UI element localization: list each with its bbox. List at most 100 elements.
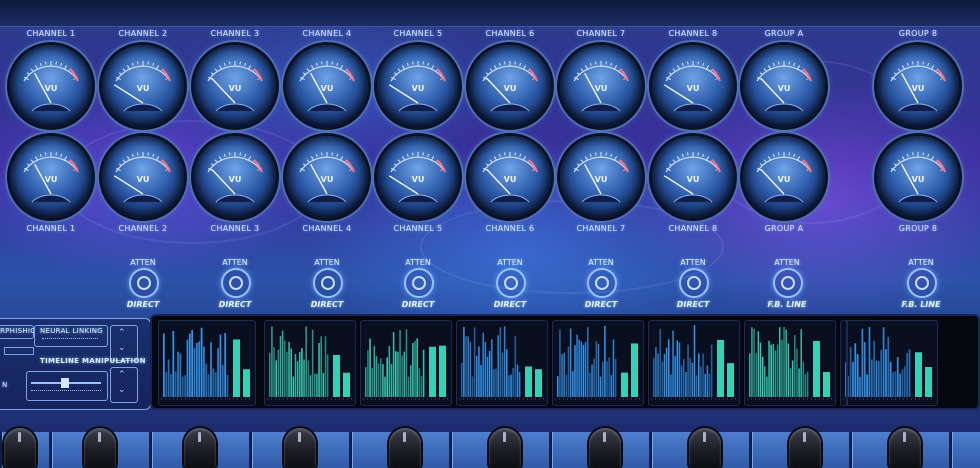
timeline-slider[interactable] xyxy=(26,371,108,401)
switch-mode-label: DIRECT xyxy=(218,300,252,309)
spectrum-bar xyxy=(467,336,469,397)
meter-tick xyxy=(793,62,796,66)
rotary-knob[interactable] xyxy=(789,428,821,468)
switch-mode-label: DIRECT xyxy=(126,300,160,309)
meter-tick xyxy=(772,153,775,157)
vu-meter-face: VU xyxy=(388,152,446,203)
rotary-knob[interactable] xyxy=(389,428,421,468)
up-down-arrows-lower[interactable]: ⌃ ⌄ xyxy=(110,367,138,403)
meter-hub xyxy=(898,194,938,203)
spectrum-bar xyxy=(873,340,876,397)
spectrum-bar xyxy=(602,361,604,397)
rotary-knob[interactable] xyxy=(489,428,521,468)
spectrum-bar xyxy=(463,326,465,397)
meter-tick xyxy=(702,153,705,157)
vu-meter: VU xyxy=(469,45,551,127)
spectrum-bar xyxy=(373,346,376,397)
atten-switch[interactable]: ATTEN DIRECT xyxy=(210,252,260,309)
rotary-knob[interactable] xyxy=(689,428,721,468)
spectrum-bar xyxy=(301,348,303,397)
meter-tick xyxy=(315,62,318,66)
rotary-knob[interactable] xyxy=(184,428,216,468)
spectrum-bar xyxy=(221,364,224,397)
vu-meter-face: VU xyxy=(663,152,721,203)
meter-tick xyxy=(668,72,672,75)
spectrum-bar xyxy=(781,339,783,397)
atten-knob-icon xyxy=(587,268,617,298)
level-bar xyxy=(925,367,932,397)
vu-label: VU xyxy=(229,84,242,93)
vu-meter: VU xyxy=(194,136,276,218)
vu-label: VU xyxy=(595,84,608,93)
spectrum-panel xyxy=(360,320,452,406)
spectrum-bar xyxy=(177,351,179,397)
atten-switch[interactable]: ATTEN DIRECT xyxy=(485,252,535,309)
rotary-knob[interactable] xyxy=(589,428,621,468)
spectrum-bar xyxy=(791,360,794,397)
rotary-knob[interactable] xyxy=(889,428,921,468)
atten-switch[interactable]: ATTEN DIRECT xyxy=(668,252,718,309)
spectrum-bar xyxy=(386,357,388,397)
spectrum-bar xyxy=(377,363,380,397)
spectrum-bar xyxy=(802,361,805,397)
vu-meter-face: VU xyxy=(890,152,946,203)
spectrum-bar xyxy=(499,327,502,397)
vu-meter: VU xyxy=(377,45,459,127)
spectrum-bar xyxy=(572,371,574,397)
rotary-knob[interactable] xyxy=(4,428,36,468)
meter-tick xyxy=(605,152,607,156)
meter-tick xyxy=(152,62,155,66)
rotary-knob[interactable] xyxy=(284,428,316,468)
spectrum-bar xyxy=(595,341,598,397)
meter-scale-arc xyxy=(890,65,946,82)
spectrum-bar xyxy=(768,340,770,397)
channel-label-top: GROUP A xyxy=(764,29,804,38)
spectrum-bar xyxy=(503,326,506,397)
spectrum-bar xyxy=(365,367,367,397)
meter-tick xyxy=(427,153,430,157)
spectrum-bar xyxy=(271,326,273,397)
atten-switch[interactable]: ATTEN F.B. LINE xyxy=(762,252,812,309)
atten-switch[interactable]: ATTEN DIRECT xyxy=(393,252,443,309)
meter-hub xyxy=(215,103,255,112)
timeline-handle[interactable] xyxy=(61,378,69,388)
meter-tick xyxy=(45,152,47,156)
mixer-console: CHANNEL 1 CHANNEL 2 CHANNEL 3 CHANNEL 4 CHAN… xyxy=(0,0,980,468)
spectrum-bar xyxy=(708,373,711,397)
spectrum-panel xyxy=(264,320,356,406)
spectrum-bar xyxy=(680,365,683,397)
channel-label-bottom: CHANNEL 8 xyxy=(668,224,718,233)
vu-label: VU xyxy=(412,175,425,184)
meter-tick xyxy=(687,61,689,65)
meter-tick xyxy=(122,68,126,72)
vu-meter-face: VU xyxy=(482,152,538,203)
spectrum-bar xyxy=(465,336,467,397)
spectrum-bar xyxy=(399,330,401,397)
atten-switch[interactable]: ATTEN F.B. LINE xyxy=(896,252,946,309)
spectrum-bar xyxy=(305,326,307,397)
vu-label: VU xyxy=(412,84,425,93)
meter-tick xyxy=(223,153,226,157)
atten-switch[interactable]: ATTEN DIRECT xyxy=(302,252,352,309)
meter-tick xyxy=(412,61,414,65)
spectrum-bar xyxy=(212,368,215,397)
spectrum-bar xyxy=(203,346,205,397)
spectrum-bar xyxy=(674,355,676,397)
meter-tick xyxy=(30,159,34,163)
fader-key[interactable] xyxy=(952,432,980,468)
up-down-arrows-upper[interactable]: ⌃ ⌄ xyxy=(110,325,138,361)
meter-tick xyxy=(118,163,122,166)
meter-hub xyxy=(123,194,163,203)
spectrum-bar xyxy=(604,325,606,397)
spectrum-bar xyxy=(205,363,208,397)
channel-label-top: CHANNEL 3 xyxy=(210,29,260,38)
spectrum-bar xyxy=(186,339,189,397)
meter-tick xyxy=(406,153,409,157)
spectrum-bar xyxy=(170,374,172,397)
meter-tick xyxy=(485,72,489,75)
meter-tick xyxy=(489,68,493,72)
atten-switch[interactable]: ATTEN DIRECT xyxy=(576,252,626,309)
rotary-knob[interactable] xyxy=(84,428,116,468)
spectrum-bar xyxy=(416,338,418,397)
atten-switch[interactable]: ATTEN DIRECT xyxy=(118,252,168,309)
